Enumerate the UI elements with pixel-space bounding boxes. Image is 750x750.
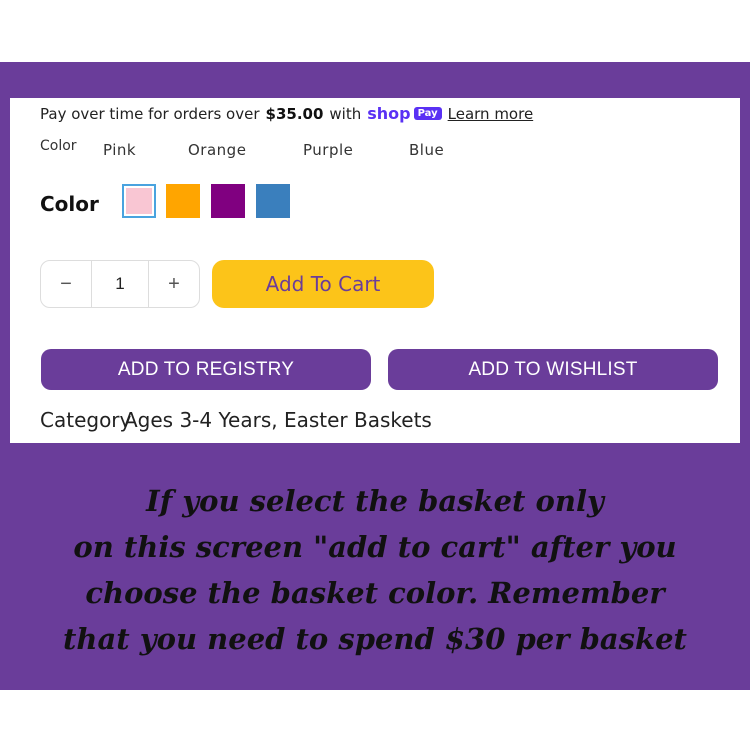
caption-line-4: that you need to spend $30 per basket — [63, 622, 687, 656]
shop-pay-badge: Pay — [413, 107, 442, 120]
add-to-registry-button[interactable]: ADD TO REGISTRY — [41, 349, 371, 390]
quantity-decrease-button[interactable]: − — [41, 261, 91, 307]
color-swatch-heading: Color — [40, 192, 99, 216]
product-options-panel: Pay over time for orders over $35.00 wit… — [10, 98, 740, 443]
category-values[interactable]: Ages 3-4 Years, Easter Baskets — [124, 408, 432, 432]
swatch-pink[interactable] — [122, 184, 156, 218]
add-to-cart-button[interactable]: Add To Cart — [212, 260, 434, 308]
category-label: Category — [40, 408, 132, 432]
swatch-orange-fill — [166, 184, 200, 218]
color-option-orange[interactable]: Orange — [188, 141, 246, 159]
installment-amount: $35.00 — [265, 104, 324, 123]
swatch-purple-fill — [211, 184, 245, 218]
with-text: with — [329, 104, 362, 123]
color-option-label: Color — [40, 138, 77, 154]
learn-more-link[interactable]: Learn more — [448, 105, 534, 123]
swatch-blue[interactable] — [256, 184, 290, 218]
swatch-purple[interactable] — [211, 184, 245, 218]
caption-line-1: If you select the basket only — [146, 484, 604, 518]
color-option-purple[interactable]: Purple — [303, 141, 353, 159]
color-option-blue[interactable]: Blue — [409, 141, 444, 159]
quantity-input[interactable]: 1 — [91, 261, 149, 307]
swatch-blue-fill — [256, 184, 290, 218]
shop-pay-installments-line: Pay over time for orders over $35.00 wit… — [40, 104, 533, 123]
instruction-caption: If you select the basket only on this sc… — [0, 478, 750, 662]
caption-line-2: on this screen "add to cart" after you — [73, 530, 677, 564]
pay-over-time-text: Pay over time for orders over — [40, 104, 260, 123]
shop-pay-brand: shop — [367, 104, 411, 123]
color-option-pink[interactable]: Pink — [103, 141, 136, 159]
quantity-stepper: − 1 + — [40, 260, 200, 308]
shop-pay-logo: shop Pay — [367, 104, 442, 123]
swatch-pink-fill — [126, 188, 152, 214]
swatch-orange[interactable] — [166, 184, 200, 218]
add-to-wishlist-button[interactable]: ADD TO WISHLIST — [388, 349, 718, 390]
quantity-increase-button[interactable]: + — [149, 261, 199, 307]
caption-line-3: choose the basket color. Remember — [85, 576, 665, 610]
